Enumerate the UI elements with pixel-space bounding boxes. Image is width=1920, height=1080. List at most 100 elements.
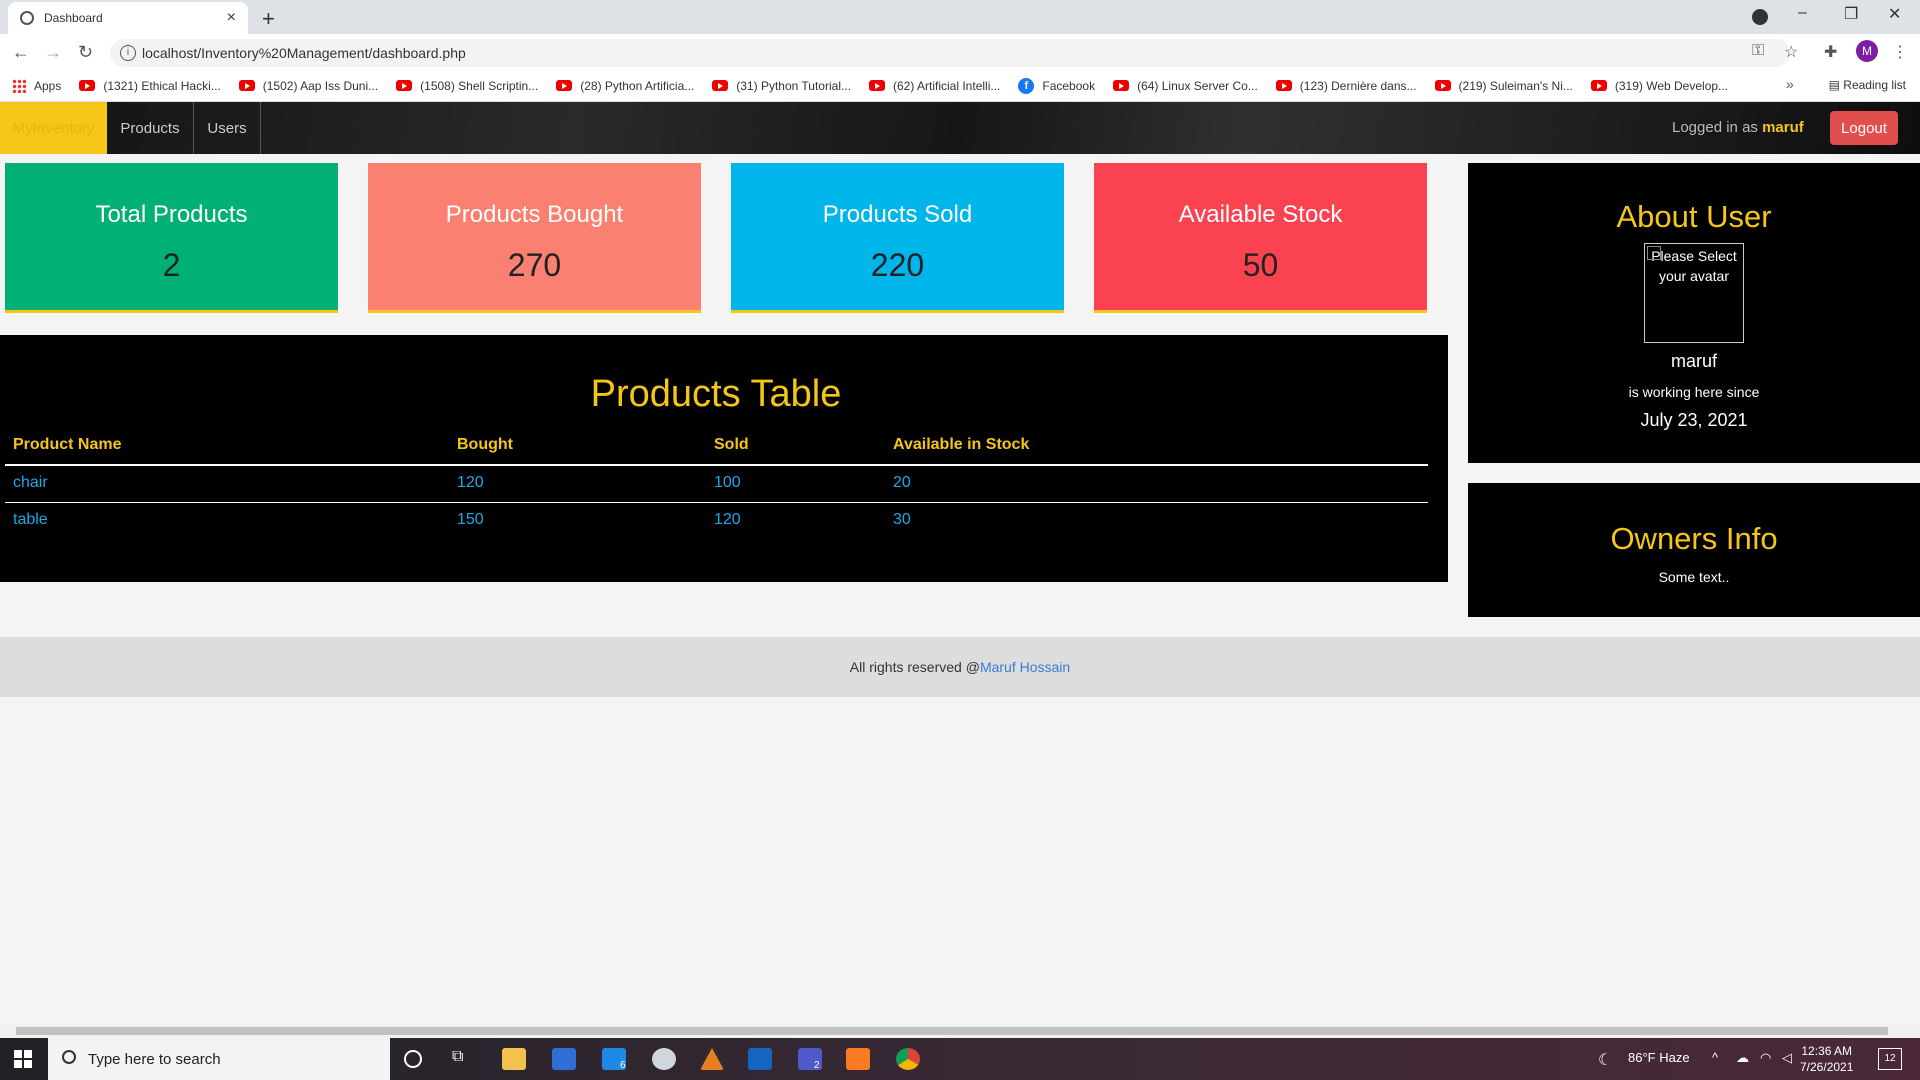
windows-start-icon[interactable] bbox=[14, 1050, 32, 1068]
minimize-icon[interactable]: – bbox=[1798, 4, 1807, 22]
more-bookmarks-button[interactable]: » bbox=[1786, 76, 1794, 92]
bookmark-item[interactable]: (62) Artificial Intelli... bbox=[869, 79, 1000, 93]
xampp-icon[interactable] bbox=[846, 1048, 870, 1070]
table-cell: chair bbox=[5, 465, 449, 503]
close-window-icon[interactable]: ✕ bbox=[1888, 4, 1901, 24]
tab-title: Dashboard bbox=[44, 11, 103, 25]
bookmarks-bar: Apps (1321) Ethical Hacki... (1502) Aap … bbox=[0, 70, 1920, 102]
browser-tab-strip: Dashboard × + – ❐ ✕ bbox=[0, 0, 1920, 34]
mail-badge: 6 bbox=[620, 1060, 626, 1071]
bookmark-item[interactable]: (123) Dernière dans... bbox=[1275, 79, 1417, 93]
logged-in-status: Logged in as maruf bbox=[1672, 119, 1804, 136]
bookmark-item[interactable]: (64) Linux Server Co... bbox=[1113, 79, 1258, 93]
extensions-icon[interactable]: ✚ bbox=[1824, 42, 1837, 62]
close-tab-icon[interactable]: × bbox=[227, 9, 236, 27]
matlab-icon[interactable] bbox=[700, 1048, 724, 1070]
restore-icon[interactable]: ❐ bbox=[1844, 4, 1858, 24]
table-cell: 100 bbox=[706, 465, 885, 503]
bookmark-item[interactable]: (1321) Ethical Hacki... bbox=[79, 79, 221, 93]
new-tab-button[interactable]: + bbox=[262, 6, 275, 32]
owners-info-title: Owners Info bbox=[1610, 521, 1778, 556]
table-cell: 150 bbox=[457, 511, 484, 528]
apps-icon bbox=[12, 78, 26, 93]
bookmark-item[interactable]: (319) Web Develop... bbox=[1590, 79, 1728, 93]
table-cell: 120 bbox=[714, 511, 741, 528]
tab-search-icon[interactable] bbox=[1752, 9, 1768, 25]
bookmark-item[interactable]: f Facebook bbox=[1018, 77, 1095, 94]
chrome-icon[interactable] bbox=[896, 1048, 920, 1070]
column-header-product-name: Product Name bbox=[5, 430, 449, 466]
clock-time: 12:36 AM bbox=[1801, 1044, 1853, 1058]
forward-icon[interactable]: → bbox=[44, 42, 62, 63]
logout-button[interactable]: Logout bbox=[1830, 111, 1898, 145]
profile-avatar[interactable]: M bbox=[1856, 40, 1878, 62]
url-text: localhost/Inventory%20Management/dashboa… bbox=[142, 45, 466, 61]
bookmark-item[interactable]: Apps bbox=[12, 78, 61, 93]
stat-card-title: Products Sold bbox=[822, 201, 973, 228]
youtube-icon bbox=[712, 80, 729, 91]
stat-card-available-stock: Available Stock 50 bbox=[1094, 163, 1427, 313]
key-icon[interactable]: ⚿ bbox=[1752, 42, 1764, 60]
reading-list-button[interactable]: ▤ Reading list bbox=[1829, 78, 1906, 92]
logged-username: maruf bbox=[1762, 119, 1804, 136]
volume-icon[interactable]: ◁ bbox=[1782, 1050, 1792, 1066]
footer-author-link[interactable]: Maruf Hossain bbox=[980, 659, 1070, 675]
taskbar-search-placeholder: Type here to search bbox=[88, 1050, 221, 1068]
nav-users[interactable]: Users bbox=[194, 102, 261, 154]
weather-icon: ☾ bbox=[1598, 1052, 1613, 1069]
notification-center-icon[interactable]: 12 bbox=[1878, 1048, 1902, 1070]
table-cell: 120 bbox=[449, 465, 706, 503]
user-name: maruf bbox=[1670, 351, 1717, 371]
youtube-icon bbox=[79, 80, 96, 91]
bookmark-item[interactable]: (1508) Shell Scriptin... bbox=[396, 79, 538, 93]
bookmark-star-icon[interactable]: ☆ bbox=[1784, 42, 1798, 62]
stat-card-products-sold: Products Sold 220 bbox=[731, 163, 1064, 313]
table-cell: 30 bbox=[893, 511, 911, 528]
tray-chevron-icon[interactable]: ^ bbox=[1712, 1050, 1718, 1065]
onedrive-icon[interactable]: ☁ bbox=[1736, 1050, 1749, 1066]
menu-icon[interactable]: ⋮ bbox=[1892, 42, 1908, 62]
owners-info-text: Some text.. bbox=[1658, 569, 1730, 585]
column-header-bought: Bought bbox=[449, 430, 706, 466]
reload-icon[interactable]: ↻ bbox=[78, 42, 93, 63]
bookmark-item[interactable]: (1502) Aap Iss Duni... bbox=[238, 79, 378, 93]
products-table-title: Products Table bbox=[590, 373, 842, 415]
brand-link[interactable]: MyInventory bbox=[0, 102, 107, 154]
wifi-icon[interactable]: ◠ bbox=[1760, 1050, 1771, 1066]
bookmark-item[interactable]: (28) Python Artificia... bbox=[556, 79, 694, 93]
avatar-alt-text: Please Select your avatar bbox=[1651, 248, 1737, 284]
task-view-icon[interactable]: ⧉ bbox=[452, 1048, 476, 1070]
table-header-row: Product Name Bought Sold Available in St… bbox=[5, 430, 1428, 466]
table-cell: 20 bbox=[885, 465, 1428, 503]
top-navbar: MyInventory Products Users Logged in as … bbox=[0, 102, 1920, 154]
youtube-icon bbox=[869, 80, 885, 91]
youtube-icon bbox=[238, 80, 255, 91]
weather-text[interactable]: 86°F Haze bbox=[1628, 1050, 1690, 1065]
nav-products[interactable]: Products bbox=[107, 102, 194, 154]
site-info-icon[interactable]: i bbox=[120, 45, 136, 61]
edge-icon[interactable] bbox=[652, 1048, 676, 1070]
stat-card-value: 270 bbox=[507, 247, 562, 283]
back-icon[interactable]: ← bbox=[12, 42, 30, 63]
stat-card-value: 220 bbox=[870, 247, 925, 283]
browser-tab[interactable]: Dashboard × bbox=[8, 2, 248, 34]
about-user-title: About User bbox=[1616, 199, 1772, 234]
youtube-icon bbox=[1113, 80, 1130, 91]
stat-card-total-products: Total Products 2 bbox=[5, 163, 338, 313]
bookmark-item[interactable]: (31) Python Tutorial... bbox=[712, 79, 851, 93]
horizontal-scrollbar[interactable] bbox=[0, 1024, 1920, 1038]
stat-card-title: Available Stock bbox=[1178, 201, 1343, 228]
taskbar-search-box[interactable]: Type here to search bbox=[48, 1038, 390, 1080]
owners-info-panel: Owners Info Some text.. bbox=[1468, 483, 1920, 617]
bookmark-item[interactable]: (219) Suleiman's Ni... bbox=[1434, 79, 1573, 93]
store-icon[interactable] bbox=[552, 1048, 576, 1070]
word-icon[interactable] bbox=[748, 1048, 772, 1070]
address-bar[interactable]: i localhost/Inventory%20Management/dashb… bbox=[110, 39, 1790, 67]
taskbar-clock[interactable]: 12:36 AM 7/26/2021 bbox=[1800, 1043, 1853, 1075]
file-explorer-icon[interactable] bbox=[502, 1048, 526, 1070]
stat-card-value: 50 bbox=[1242, 247, 1279, 283]
table-row: chair 120 100 20 bbox=[5, 465, 1428, 503]
scrollbar-thumb[interactable] bbox=[16, 1027, 1888, 1035]
cortana-icon[interactable] bbox=[404, 1050, 422, 1068]
footer-text: All rights reserved @ bbox=[849, 659, 980, 675]
